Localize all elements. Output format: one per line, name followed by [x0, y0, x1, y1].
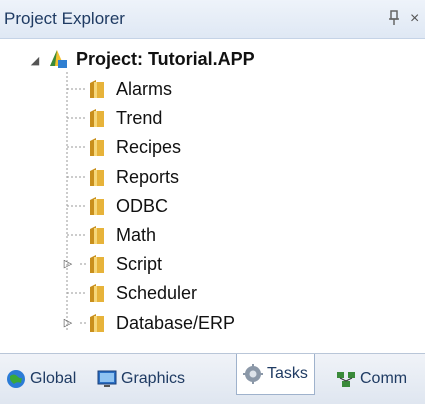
tree-item-label: ODBC: [116, 195, 169, 216]
close-icon[interactable]: ×: [410, 10, 425, 28]
tree-item-math[interactable]: Math: [88, 220, 156, 250]
tab-graphics[interactable]: Graphics: [97, 364, 185, 394]
folder-icon: [90, 197, 104, 215]
folder-icon: [90, 109, 104, 127]
tree-item-label: Script: [116, 253, 163, 274]
folder-icon: [90, 284, 104, 302]
tree-item-script[interactable]: Script: [88, 249, 162, 279]
tree-item-alarms[interactable]: Alarms: [88, 74, 172, 104]
tasks-icon: [243, 364, 263, 384]
comm-icon: [337, 372, 355, 387]
folder-icon: [90, 226, 104, 244]
tree-item-trend[interactable]: Trend: [88, 103, 162, 133]
tab-graphics-label: Graphics: [121, 370, 186, 387]
tree-item-label: Math: [116, 224, 157, 245]
globe-icon: [7, 370, 25, 388]
graphics-icon: [97, 370, 117, 387]
project-icon: [50, 50, 67, 68]
project-tree: ◢ Project: Tutorial.APP Alarms Trend Recip…: [0, 38, 425, 353]
folder-icon: [90, 168, 104, 186]
tree-connector-lines: [66, 72, 86, 332]
folder-icon: [90, 255, 104, 273]
tree-item-odbc[interactable]: ODBC: [88, 191, 168, 221]
tree-item-scheduler[interactable]: Scheduler: [88, 278, 197, 308]
bottom-tab-bar: Global Graphics Tasks Comm: [0, 353, 425, 404]
tree-item-label: Trend: [116, 107, 163, 128]
tree-item-database-erp[interactable]: Database/ERP: [88, 308, 235, 338]
tree-root-label: Project: Tutorial.APP: [76, 48, 255, 69]
tree-item-label: Scheduler: [116, 282, 198, 303]
tree-item-label: Alarms: [116, 78, 173, 99]
root-expander-icon[interactable]: ◢: [28, 54, 42, 68]
folder-icon: [90, 80, 104, 98]
tab-tasks-label: Tasks: [267, 365, 308, 382]
tree-item-label: Reports: [116, 166, 180, 187]
tree-item-label: Recipes: [116, 136, 182, 157]
panel-title: Project Explorer: [4, 9, 125, 28]
project-explorer-panel: Project Explorer × ◢ Project: Tutorial.A…: [0, 0, 425, 404]
pin-icon[interactable]: [386, 10, 402, 28]
tab-global[interactable]: Global: [6, 364, 76, 394]
tree-item-recipes[interactable]: Recipes: [88, 132, 181, 162]
tab-global-label: Global: [30, 370, 77, 387]
panel-titlebar: Project Explorer ×: [0, 0, 425, 39]
folder-icon: [90, 314, 104, 332]
tab-comm[interactable]: Comm: [336, 364, 407, 394]
folder-icon: [90, 138, 104, 156]
tree-root[interactable]: Project: Tutorial.APP: [46, 44, 255, 74]
tree-expander-icon[interactable]: ▷: [61, 316, 75, 330]
tree-expander-icon[interactable]: ▷: [61, 257, 75, 271]
tree-item-reports[interactable]: Reports: [88, 162, 179, 192]
tree-item-label: Database/ERP: [116, 312, 236, 333]
tab-comm-label: Comm: [360, 370, 408, 387]
tab-tasks[interactable]: Tasks: [236, 354, 315, 395]
